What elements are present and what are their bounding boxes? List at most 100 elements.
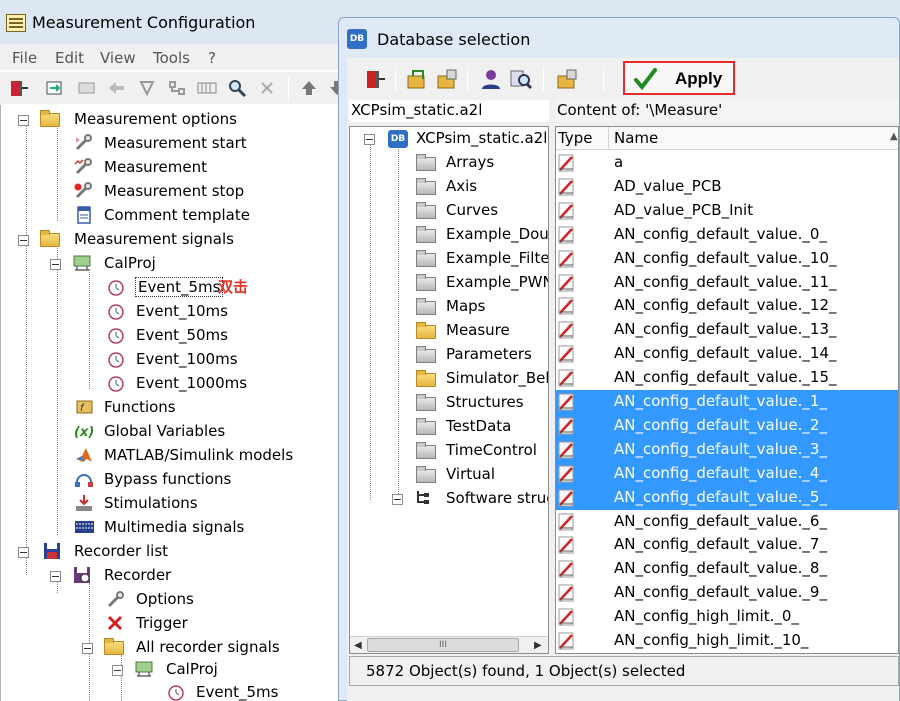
clock-icon: [108, 352, 124, 368]
exit-icon[interactable]: [363, 68, 387, 90]
column-type[interactable]: Type: [558, 129, 592, 147]
folder-icon: [416, 178, 436, 195]
search-icon[interactable]: [226, 78, 248, 98]
table-row[interactable]: AN_config_default_value._6_: [556, 510, 898, 534]
collapse-icon[interactable]: [82, 643, 93, 654]
svg-text:(x): (x): [74, 425, 94, 440]
table-row[interactable]: AN_config_default_value._8_: [556, 557, 898, 581]
user-icon[interactable]: [479, 68, 503, 90]
table-row[interactable]: AN_config_default_value._13_: [556, 318, 898, 342]
measurement-signal-icon: [558, 178, 574, 196]
status-bar: 5872 Object(s) found, 1 Object(s) select…: [349, 656, 899, 686]
row-name: AN_config_default_value._0_: [614, 224, 827, 243]
document-icon: [77, 206, 91, 224]
row-name: AN_config_default_value._15_: [614, 368, 837, 387]
row-name: AD_value_PCB: [614, 176, 722, 195]
folder-icon: [416, 154, 436, 171]
measurement-signal-icon: [558, 513, 574, 530]
expand-icon[interactable]: [392, 494, 403, 505]
menu-help[interactable]: ?: [208, 49, 216, 67]
grid-icon[interactable]: [196, 78, 218, 98]
sort-ascending-icon: ▲: [890, 131, 898, 142]
measurement-signal-icon: [558, 536, 574, 554]
menu-tools[interactable]: Tools: [153, 49, 190, 67]
measurement-signal-icon: [558, 489, 574, 507]
collapse-icon[interactable]: [112, 665, 123, 676]
measurement-signal-icon: [558, 274, 574, 291]
row-name: a: [614, 153, 624, 171]
folder-icon: [416, 298, 436, 315]
open-database-icon[interactable]: [405, 68, 429, 90]
row-name: AN_config_default_value._2_: [614, 415, 827, 434]
move-up-icon[interactable]: [298, 78, 320, 98]
collapse-icon[interactable]: [18, 547, 29, 558]
edit-icon[interactable]: [76, 78, 98, 98]
table-row[interactable]: AD_value_PCB_Init: [556, 199, 898, 223]
table-row[interactable]: AN_config_default_value._12_: [556, 294, 898, 318]
menu-edit[interactable]: Edit: [55, 49, 84, 67]
column-name[interactable]: Name: [614, 129, 658, 147]
measurement-signal-icon: [558, 345, 574, 363]
app-icon: [6, 14, 26, 32]
menu-file[interactable]: File: [12, 49, 37, 67]
table-row[interactable]: AN_config_default_value._9_: [556, 581, 898, 605]
collapse-icon[interactable]: [364, 134, 375, 145]
table-row[interactable]: AN_config_high_limit._10_: [556, 629, 898, 653]
content-list: Type Name ▲ a AD_value_PCB AD_value_PCB_In…: [555, 126, 899, 654]
row-name: AN_config_default_value._9_: [614, 583, 827, 602]
configure-icon[interactable]: [555, 68, 579, 90]
exit-icon[interactable]: [8, 78, 30, 98]
apply-button[interactable]: Apply: [623, 61, 735, 95]
row-name: AN_config_default_value._12_: [614, 296, 837, 315]
table-row[interactable]: AN_config_default_value._4_: [556, 461, 898, 486]
insert-signal-icon[interactable]: [44, 78, 66, 98]
table-row[interactable]: AD_value_PCB: [556, 175, 898, 199]
search-database-icon[interactable]: [509, 68, 533, 90]
scrollbar-thumb[interactable]: III: [367, 638, 519, 652]
main-toolbar: [0, 72, 345, 104]
table-row[interactable]: AN_config_default_value._14_: [556, 342, 898, 366]
collapse-icon[interactable]: [50, 571, 61, 582]
content-path-header: Content of: '\Measure': [555, 100, 899, 122]
measurement-signal-icon: [558, 154, 574, 172]
table-row[interactable]: AN_config_default_value._1_: [556, 390, 898, 414]
wrench-chart-icon: [74, 158, 92, 175]
table-row[interactable]: AN_config_default_value._2_: [556, 413, 898, 438]
table-row[interactable]: AN_config_default_value._10_: [556, 247, 898, 271]
collapse-icon[interactable]: [18, 235, 29, 246]
table-row[interactable]: AN_config_high_limit._0_: [556, 605, 898, 629]
table-row[interactable]: AN_config_default_value._7_: [556, 533, 898, 557]
database-selection-dialog: DB Database selection Apply XCPsim_stati…: [338, 17, 900, 701]
table-row[interactable]: AN_config_default_value._3_: [556, 437, 898, 462]
row-name: AN_config_default_value._10_: [614, 248, 837, 267]
collapse-icon[interactable]: [18, 115, 29, 126]
database-properties-icon[interactable]: [435, 68, 459, 90]
scroll-right-icon[interactable]: ▶: [534, 640, 542, 651]
row-name: AD_value_PCB_Init: [614, 200, 754, 219]
table-row[interactable]: a: [556, 151, 898, 175]
folder-icon: [416, 346, 436, 363]
table-row[interactable]: AN_config_default_value._11_: [556, 271, 898, 295]
scroll-left-icon[interactable]: ◀: [354, 640, 362, 651]
folder-icon: [40, 110, 60, 127]
table-row[interactable]: AN_config_default_value._5_: [556, 485, 898, 510]
clock-icon: [108, 328, 124, 344]
matlab-icon: [76, 448, 92, 462]
table-row[interactable]: AN_config_default_value._15_: [556, 366, 898, 390]
folder-icon: [416, 466, 436, 483]
measurement-signal-icon: [558, 393, 574, 411]
copy-icon[interactable]: [136, 78, 158, 98]
wrench-stop-icon: [74, 182, 92, 199]
row-name: AN_config_default_value._3_: [614, 439, 827, 458]
collapse-icon[interactable]: [50, 259, 61, 270]
tree-icon[interactable]: [166, 78, 188, 98]
folder-icon: [416, 226, 436, 243]
delete-icon[interactable]: [256, 78, 278, 98]
menu-view[interactable]: View: [100, 49, 136, 67]
database-tree-horizontal-scrollbar[interactable]: ◀ III ▶: [350, 636, 548, 653]
table-row[interactable]: AN_config_default_value._0_: [556, 223, 898, 247]
measurement-signal-icon: [558, 369, 574, 387]
film-icon: [75, 521, 94, 533]
variable-icon: (x): [74, 425, 94, 440]
move-icon[interactable]: [106, 78, 128, 98]
